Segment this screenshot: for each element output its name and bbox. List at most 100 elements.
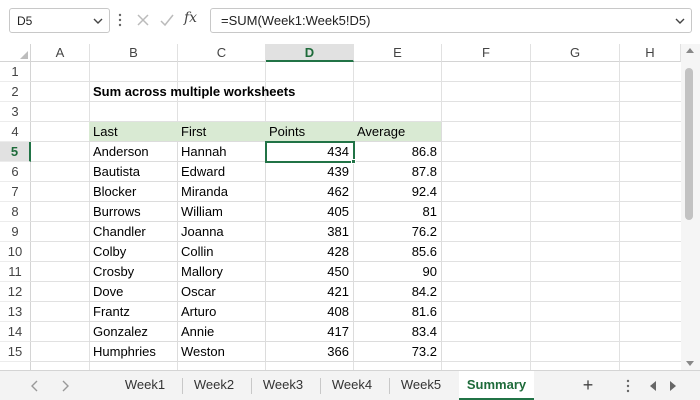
row-header[interactable]: 12 <box>0 282 31 302</box>
cell-first[interactable]: Mallory <box>177 262 266 282</box>
row-header[interactable]: 10 <box>0 242 31 262</box>
tab-summary[interactable]: Summary <box>459 371 534 400</box>
add-sheet-button[interactable]: + <box>578 375 598 395</box>
cell-points[interactable]: 417 <box>265 322 354 342</box>
sheet-title[interactable]: Sum across multiple worksheets <box>89 82 389 102</box>
tab-week3[interactable]: Week3 <box>252 371 314 400</box>
cell-points[interactable]: 450 <box>265 262 354 282</box>
cell-last[interactable]: Crosby <box>89 262 178 282</box>
row-header[interactable]: 2 <box>0 82 31 102</box>
column-header-c[interactable]: C <box>178 44 266 62</box>
column-header-e[interactable]: E <box>354 44 442 62</box>
cell-last[interactable]: Colby <box>89 242 178 262</box>
more-vertical-icon[interactable] <box>118 13 122 27</box>
cell-first[interactable]: William <box>177 202 266 222</box>
cell-last[interactable]: Bautista <box>89 162 178 182</box>
vertical-scrollbar[interactable] <box>681 44 700 370</box>
tab-week4[interactable]: Week4 <box>321 371 383 400</box>
cell-first[interactable]: Oscar <box>177 282 266 302</box>
cell-average[interactable]: 76.2 <box>353 222 442 242</box>
cell-points[interactable]: 421 <box>265 282 354 302</box>
cell-average[interactable]: 84.2 <box>353 282 442 302</box>
column-header-d[interactable]: D <box>266 44 354 62</box>
insert-function-icon[interactable]: fx <box>184 10 197 26</box>
cell-first[interactable]: Hannah <box>177 142 266 162</box>
row-header-selected[interactable]: 5 <box>0 142 31 162</box>
row-header[interactable]: 13 <box>0 302 31 322</box>
tab-week1[interactable]: Week1 <box>114 371 176 400</box>
expand-formula-icon[interactable] <box>675 16 685 26</box>
cell-average[interactable]: 83.4 <box>353 322 442 342</box>
spreadsheet-grid[interactable]: A B C D E F G H 1 2 3 4 5 6 7 8 9 10 11 … <box>0 44 700 370</box>
previous-sheet-icon[interactable] <box>28 379 42 393</box>
cell-average[interactable]: 86.8 <box>353 142 442 162</box>
row-header-partial[interactable] <box>0 362 31 370</box>
cell-last[interactable]: Burrows <box>89 202 178 222</box>
active-cell[interactable] <box>265 141 355 163</box>
scroll-up-icon[interactable] <box>686 48 694 53</box>
row-header[interactable]: 11 <box>0 262 31 282</box>
fill-handle[interactable] <box>351 159 356 164</box>
cell-average[interactable]: 92.4 <box>353 182 442 202</box>
cell-last[interactable]: Frantz <box>89 302 178 322</box>
cell-first[interactable]: Joanna <box>177 222 266 242</box>
next-sheet-icon[interactable] <box>58 379 72 393</box>
tab-week5[interactable]: Week5 <box>390 371 452 400</box>
check-icon[interactable] <box>159 12 175 28</box>
column-header-f[interactable]: F <box>442 44 531 62</box>
row-header[interactable]: 9 <box>0 222 31 242</box>
cell-first[interactable]: Collin <box>177 242 266 262</box>
cell-average[interactable]: 90 <box>353 262 442 282</box>
column-header-h[interactable]: H <box>620 44 681 62</box>
cell-first[interactable]: Arturo <box>177 302 266 322</box>
scroll-down-icon[interactable] <box>686 361 694 366</box>
scroll-left-icon[interactable] <box>650 381 656 391</box>
row-header[interactable]: 14 <box>0 322 31 342</box>
cell-last[interactable]: Chandler <box>89 222 178 242</box>
cell-points[interactable]: 462 <box>265 182 354 202</box>
cell-points[interactable]: 439 <box>265 162 354 182</box>
cell-last[interactable]: Blocker <box>89 182 178 202</box>
cell-average[interactable]: 85.6 <box>353 242 442 262</box>
row-header[interactable]: 15 <box>0 342 31 362</box>
column-header-a[interactable]: A <box>31 44 90 62</box>
cell-average[interactable]: 81.6 <box>353 302 442 322</box>
name-box[interactable]: D5 <box>9 8 110 33</box>
cell-points[interactable]: 381 <box>265 222 354 242</box>
cell-points[interactable]: 405 <box>265 202 354 222</box>
cell-last[interactable]: Dove <box>89 282 178 302</box>
cancel-icon[interactable] <box>135 12 151 28</box>
more-vertical-icon[interactable] <box>626 379 630 393</box>
row-header[interactable]: 7 <box>0 182 31 202</box>
cell-first[interactable]: Edward <box>177 162 266 182</box>
cell-points[interactable]: 408 <box>265 302 354 322</box>
cell-first[interactable]: Weston <box>177 342 266 362</box>
table-header-points[interactable]: Points <box>265 122 354 142</box>
row-header[interactable]: 8 <box>0 202 31 222</box>
row-header[interactable]: 4 <box>0 122 31 142</box>
cell-points[interactable]: 428 <box>265 242 354 262</box>
cell-average[interactable]: 81 <box>353 202 442 222</box>
formula-input[interactable]: =SUM(Week1:Week5!D5) <box>210 8 692 33</box>
table-header-last[interactable]: Last <box>89 122 178 142</box>
cell-last[interactable]: Anderson <box>89 142 178 162</box>
row-header[interactable]: 6 <box>0 162 31 182</box>
cell-last[interactable]: Gonzalez <box>89 322 178 342</box>
row-header[interactable]: 1 <box>0 62 31 82</box>
cell-first[interactable]: Miranda <box>177 182 266 202</box>
column-header-b[interactable]: B <box>90 44 178 62</box>
select-all-corner[interactable] <box>0 44 31 62</box>
scrollbar-thumb[interactable] <box>685 68 693 220</box>
cell-first[interactable]: Annie <box>177 322 266 342</box>
table-header-average[interactable]: Average <box>353 122 442 142</box>
cell-average[interactable]: 87.8 <box>353 162 442 182</box>
column-header-g[interactable]: G <box>531 44 620 62</box>
table-header-first[interactable]: First <box>177 122 266 142</box>
row-header[interactable]: 3 <box>0 102 31 122</box>
chevron-down-icon[interactable] <box>93 16 103 26</box>
cell-average[interactable]: 73.2 <box>353 342 442 362</box>
tab-week2[interactable]: Week2 <box>183 371 245 400</box>
cell-points[interactable]: 366 <box>265 342 354 362</box>
cell-last[interactable]: Humphries <box>89 342 178 362</box>
scroll-right-icon[interactable] <box>670 381 676 391</box>
